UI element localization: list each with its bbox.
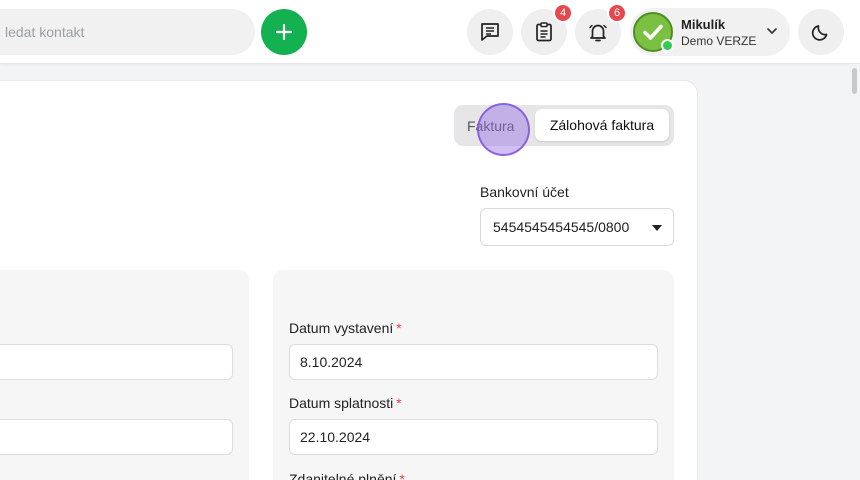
search-placeholder: ledat kontakt — [5, 24, 85, 40]
due-date-label-text: Datum splatnosti — [289, 395, 394, 411]
chevron-down-icon — [767, 28, 777, 35]
issue-date-label: Datum vystavení * — [289, 320, 402, 336]
required-mark: * — [399, 471, 405, 480]
user-menu[interactable]: Mikulík Demo VERZE — [630, 8, 790, 56]
due-date-input[interactable]: 22.10.2024 — [289, 419, 658, 455]
left-field-2[interactable] — [0, 419, 233, 455]
top-bar: ledat kontakt 4 6 Mikulík Demo VERZE — [0, 0, 860, 64]
moon-icon — [811, 25, 828, 41]
messages-button[interactable] — [467, 9, 513, 55]
bank-account-select[interactable]: 5454545454545/0800 — [480, 208, 674, 246]
notifications-count-badge: 6 — [607, 3, 627, 23]
issue-date-input[interactable]: 8.10.2024 — [289, 344, 658, 380]
required-mark: * — [396, 320, 402, 336]
online-status-dot — [661, 39, 674, 52]
scrollbar-track[interactable] — [849, 64, 860, 480]
search-input[interactable]: ledat kontakt — [0, 9, 255, 55]
required-mark: * — [396, 395, 402, 411]
add-button[interactable] — [261, 9, 307, 55]
taxable-date-label-text: Zdanitelné plnění — [289, 471, 397, 480]
scrollbar-thumb[interactable] — [852, 68, 857, 94]
click-indicator — [477, 103, 530, 156]
caret-down-icon — [652, 225, 662, 231]
bank-account-label: Bankovní účet — [480, 184, 569, 200]
message-lines-icon — [481, 23, 499, 41]
tasks-button[interactable]: 4 — [521, 3, 573, 55]
taxable-date-label: Zdanitelné plnění * — [289, 471, 405, 480]
issue-date-value: 8.10.2024 — [300, 354, 363, 370]
bell-icon — [589, 24, 607, 42]
due-date-label: Datum splatnosti * — [289, 395, 402, 411]
left-field-1[interactable] — [0, 344, 233, 380]
tasks-count-badge: 4 — [553, 3, 573, 23]
toggle-option-advance-invoice[interactable]: Zálohová faktura — [535, 109, 669, 141]
plus-icon — [275, 23, 293, 41]
bank-account-value: 5454545454545/0800 — [493, 219, 630, 235]
due-date-value: 22.10.2024 — [300, 429, 371, 445]
theme-toggle-button[interactable] — [798, 9, 844, 55]
user-subtitle: Demo VERZE — [681, 34, 757, 48]
issue-date-label-text: Datum vystavení — [289, 320, 394, 336]
notifications-button[interactable]: 6 — [575, 3, 627, 55]
user-name: Mikulík — [681, 17, 726, 32]
clipboard-icon — [536, 22, 552, 42]
